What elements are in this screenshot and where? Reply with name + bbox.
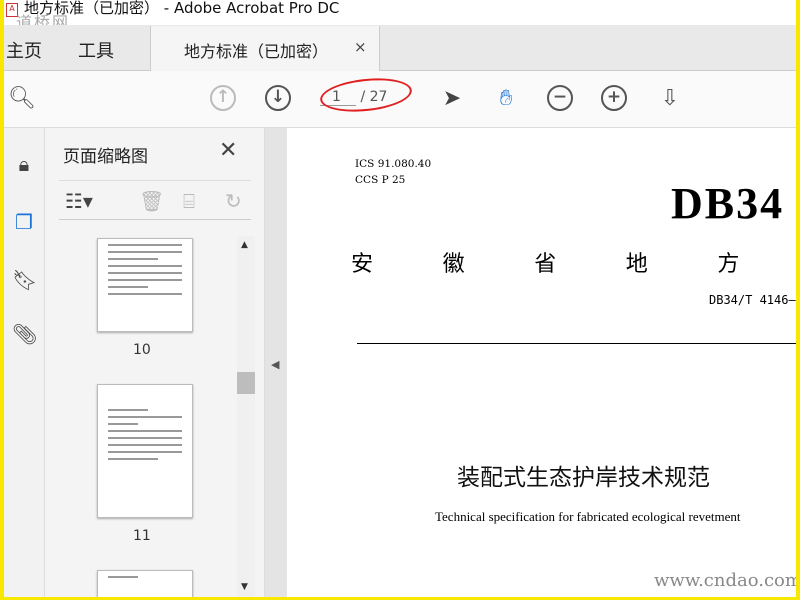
panel-close-button[interactable]: ✕ [219,138,237,163]
attachment-icon[interactable]: 📎︎ [12,322,37,346]
thumbnail-page-11[interactable] [97,384,193,518]
ccs-code: CCS P 25 [355,174,406,186]
thumbnails-panel: 页面缩略图 ✕ ☷▾ 🗑︎ ⌸ ↻ 10 11 ▲ ▼ [45,128,265,597]
window-title: 地方标准（已加密） - Adobe Acrobat Pro DC [24,0,340,17]
toolbar: 🔍︎ ↑ ↓ 1 / 27 ➤ ✋︎ − + ⇩ [4,71,796,128]
panel-toolbar: ☷▾ 🗑︎ ⌸ ↻ [59,180,251,220]
tab-tools[interactable]: 工具 [78,37,114,63]
panel-scrollbar[interactable]: ▲ ▼ [237,236,255,597]
heading-char: 省 [534,252,557,277]
next-page-button[interactable]: ↓ [265,85,291,111]
red-annotation-oval [318,74,414,116]
select-cursor-icon[interactable]: ➤ [438,85,466,113]
fit-page-icon[interactable]: ⇩ [656,85,684,113]
bookmark-icon[interactable]: 🔖︎ [12,268,37,292]
previous-page-button[interactable]: ↑ [210,85,236,111]
lock-icon[interactable]: 🔒︎ [12,152,36,176]
heading-char: 地 [625,252,648,277]
search-icon[interactable]: 🔍︎ [8,85,36,113]
rotate-icon[interactable]: ↻ [225,189,242,213]
tab-home[interactable]: 主页 [6,37,42,63]
acrobat-window: A 地方标准（已加密） - Adobe Acrobat Pro DC 道桥网 主… [4,0,796,597]
hand-tool-icon[interactable]: ✋︎ [492,85,520,113]
left-rail: 🔒︎ ❐ 🔖︎ 📎︎ [4,128,45,597]
standard-logo: DB34 [671,179,785,228]
thumbnail-page-12[interactable] [97,570,193,597]
classification-codes: ICS 91.080.40 CCS P 25 [355,156,431,188]
tab-document[interactable]: 地方标准（已加密） × [150,26,380,71]
title-english: Technical specification for fabricated e… [435,509,741,524]
panel-title: 页面缩略图 [63,147,148,167]
ics-code: ICS 91.080.40 [355,158,432,170]
options-menu-icon[interactable]: ☷▾ [65,189,93,213]
zoom-out-button[interactable]: − [547,85,573,111]
heading-char: 方 [717,252,740,277]
divider [357,343,796,344]
thumbnail-page-10[interactable] [97,238,193,332]
title-bar: A 地方标准（已加密） - Adobe Acrobat Pro DC 道桥网 [4,0,796,32]
heading-char: 徽 [442,252,465,277]
province-standard-heading: 安徽省地方标 [351,246,796,278]
tab-document-label: 地方标准（已加密） [184,42,329,61]
site-watermark: www.cndao.com [654,570,796,591]
tab-bar: 主页 工具 地方标准（已加密） × [4,25,796,71]
standard-code: DB34/T 4146— [709,293,796,307]
collapse-panel-button[interactable]: ◀ [265,128,287,597]
delete-icon[interactable]: 🗑︎ [139,189,164,213]
extract-icon[interactable]: ⌸ [183,189,195,213]
zoom-in-button[interactable]: + [601,85,627,111]
page-thumbnails-icon[interactable]: ❐ [12,210,36,234]
thumbnail-label: 10 [133,342,151,358]
heading-char: 安 [351,252,374,277]
scrollbar-thumb[interactable] [237,372,255,394]
document-page: ICS 91.080.40CCS P 25 DB34 安徽省地方标 DB34/T… [287,128,796,597]
title-chinese: 装配式生态护岸技术规范 [457,465,710,491]
tab-close-button[interactable]: × [354,38,367,56]
thumbnail-label: 11 [133,528,151,544]
